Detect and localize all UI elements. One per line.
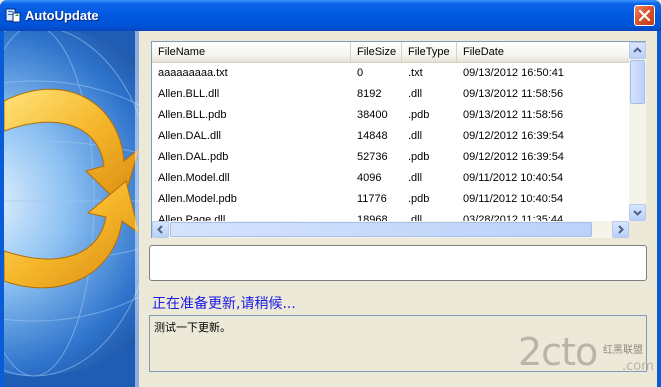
table-cell-filename: Allen.BLL.pdb — [158, 109, 227, 121]
table-row[interactable]: aaaaaaaaa.txt 0 .txt 09/13/2012 16:50:41 — [152, 63, 629, 84]
table-row[interactable]: Allen.DAL.dll 14848 .dll 09/12/2012 16:39:5… — [152, 126, 629, 147]
watermark-logo: 2cto 红黑联盟 .com — [518, 331, 657, 381]
globe-with-arrows-illustration — [4, 31, 139, 387]
autoupdate-window: AutoUpdate FileName FileSize FileType Fi… — [0, 0, 661, 387]
scrollbar-corner — [629, 221, 646, 238]
column-header-filetype[interactable]: FileType — [402, 42, 457, 62]
table-cell-filesize: 14848 — [357, 130, 388, 142]
table-cell-filetype: .dll — [408, 172, 423, 184]
table-cell-filetype: .dll — [408, 88, 423, 100]
table-cell-filesize: 52736 — [357, 151, 388, 163]
scroll-down-button[interactable] — [629, 204, 646, 221]
banner-image — [4, 31, 139, 387]
table-cell-filetype: .txt — [408, 67, 423, 79]
scroll-right-button[interactable] — [612, 221, 629, 238]
table-cell-filedate: 09/13/2012 11:58:56 — [463, 88, 564, 100]
column-header-filename[interactable]: FileName — [152, 42, 351, 62]
file-list-body: aaaaaaaaa.txt 0 .txt 09/13/2012 16:50:41 All… — [152, 63, 629, 221]
table-cell-filedate: 09/12/2012 16:39:54 — [463, 130, 564, 142]
horizontal-scrollbar[interactable] — [152, 221, 629, 238]
horizontal-scroll-thumb[interactable] — [170, 222, 592, 237]
table-cell-filedate: 09/13/2012 16:50:41 — [463, 67, 564, 79]
table-cell-filetype: .dll — [408, 130, 423, 142]
table-cell-filename: Allen.Model.pdb — [158, 193, 237, 205]
status-label: 正在准备更新,请稍候... — [152, 296, 296, 312]
table-row[interactable]: Allen.Model.dll 4096 .dll 09/11/2012 10:40:… — [152, 168, 629, 189]
vertical-scrollbar[interactable] — [629, 42, 646, 221]
close-button[interactable] — [634, 5, 655, 26]
table-cell-filedate: 09/11/2012 10:40:54 — [463, 172, 564, 184]
table-row[interactable]: Allen.Model.pdb 11776 .pdb 09/11/2012 10:40… — [152, 189, 629, 210]
file-list-view[interactable]: FileName FileSize FileType FileDate aaaa… — [151, 41, 646, 238]
chevron-left-icon — [157, 225, 163, 234]
table-cell-filename: Allen.BLL.dll — [158, 88, 220, 100]
table-cell-filename: Allen.DAL.pdb — [158, 151, 229, 163]
watermark-top-text: 红黑联盟 — [603, 345, 643, 356]
table-cell-filename: Allen.DAL.dll — [158, 130, 221, 142]
chevron-right-icon — [618, 225, 624, 234]
watermark-main-text: 2cto — [518, 330, 598, 374]
file-list-header: FileName FileSize FileType FileDate — [152, 42, 629, 63]
table-cell-filename: Allen.Model.dll — [158, 172, 230, 184]
table-cell-filetype: .pdb — [408, 193, 430, 205]
scroll-up-button[interactable] — [629, 42, 646, 59]
table-cell-filetype: .dll — [408, 214, 423, 221]
table-row[interactable]: Allen.DAL.pdb 52736 .pdb 09/12/2012 16:39:5… — [152, 147, 629, 168]
table-cell-filedate: 09/13/2012 11:58:56 — [463, 109, 564, 121]
table-cell-filedate: 03/28/2012 11:35:44 — [463, 214, 564, 221]
table-cell-filesize: 18968 — [357, 214, 388, 221]
title-bar[interactable]: AutoUpdate — [0, 0, 661, 31]
chevron-up-icon — [633, 47, 642, 53]
column-header-filesize[interactable]: FileSize — [351, 42, 402, 62]
vertical-scroll-thumb[interactable] — [630, 60, 645, 104]
table-cell-filesize: 38400 — [357, 109, 388, 121]
table-cell-filesize: 0 — [357, 67, 364, 79]
table-cell-filetype: .pdb — [408, 151, 430, 163]
watermark-bottom-text: .com — [622, 359, 654, 374]
window-title: AutoUpdate — [25, 8, 99, 23]
table-row[interactable]: Allen.Page.dll 18968 .dll 03/28/2012 11:35:… — [152, 210, 629, 221]
table-cell-filedate: 09/12/2012 16:39:54 — [463, 151, 564, 163]
table-cell-filename: Allen.Page.dll — [158, 214, 226, 221]
table-cell-filename: aaaaaaaaa.txt — [158, 67, 228, 79]
table-cell-filesize: 4096 — [357, 172, 382, 184]
column-header-filedate[interactable]: FileDate — [457, 42, 629, 62]
table-cell-filedate: 09/11/2012 10:40:54 — [463, 193, 564, 205]
close-icon — [639, 10, 650, 21]
scroll-left-button[interactable] — [152, 221, 169, 238]
app-update-icon — [5, 8, 21, 23]
table-cell-filesize: 8192 — [357, 88, 382, 100]
table-row[interactable]: Allen.BLL.pdb 38400 .pdb 09/13/2012 11:58:5… — [152, 105, 629, 126]
table-cell-filetype: .pdb — [408, 109, 430, 121]
update-progress-bar — [149, 245, 647, 281]
table-row[interactable]: Allen.BLL.dll 8192 .dll 09/13/2012 11:58:56 — [152, 84, 629, 105]
chevron-down-icon — [633, 210, 642, 216]
table-cell-filesize: 11776 — [357, 193, 387, 205]
